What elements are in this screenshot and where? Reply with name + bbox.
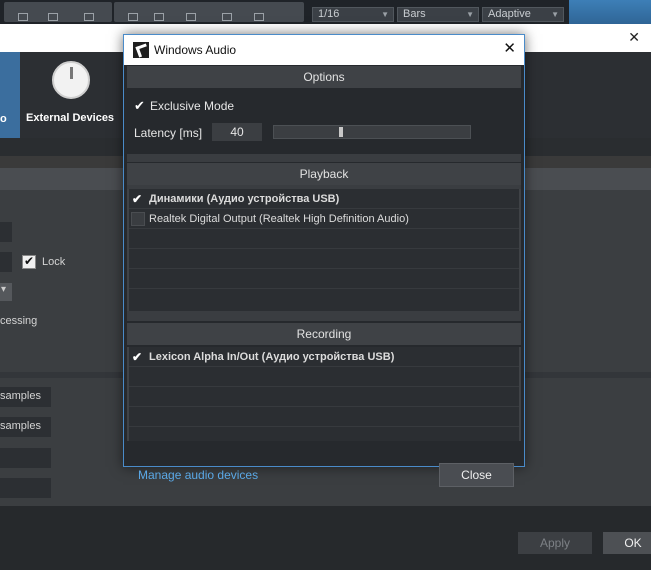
exclusive-mode-label: Exclusive Mode [150,99,235,113]
lock-checkbox[interactable] [22,254,36,269]
quantize-select[interactable]: 1/16 ▼ [312,7,394,22]
settings-field[interactable] [0,478,51,498]
playback-header: Playback [127,163,521,185]
buffer-size-field[interactable]: samples [0,387,51,407]
options-footer: Apply OK [0,506,651,570]
toolbar-accent-area [569,0,651,24]
windows-audio-dialog: Windows Audio ✕ Options ✔ Exclusive Mode … [123,34,525,487]
tool-icon[interactable] [128,13,138,21]
device-name: Динамики (Аудио устройства USB) [149,193,340,205]
chevron-down-icon: ▼ [466,10,474,19]
device-checkbox[interactable] [131,212,145,226]
samples-unit: samples [0,390,41,402]
slider-thumb[interactable] [339,127,343,137]
waveform-icon[interactable] [154,13,164,21]
snap-select[interactable]: Adaptive ▼ [482,7,564,22]
close-icon[interactable]: ✕ [503,39,516,57]
empty-row [129,249,519,269]
chevron-down-icon: ▼ [551,10,559,19]
latency-field[interactable]: samples [0,417,51,437]
dialog-title: Windows Audio [154,43,237,57]
device-name: Lexicon Alpha In/Out (Аудио устройства U… [149,351,395,363]
category-external-devices[interactable]: External Devices [20,52,124,138]
device-checkbox[interactable] [131,189,145,209]
empty-row [129,387,519,407]
exclusive-mode-checkbox[interactable]: ✔ Exclusive Mode [134,98,234,114]
settings-dropdown[interactable] [0,283,12,301]
checkmark-icon: ✔ [134,98,145,113]
settings-field[interactable] [0,222,12,242]
settings-field[interactable] [0,252,12,272]
device-checkbox[interactable] [131,347,145,367]
empty-row [129,269,519,289]
chevron-down-icon: ▼ [381,10,389,19]
dialog-body: Options ✔ Exclusive Mode Latency [ms] 40 … [124,65,524,487]
tool-icon[interactable] [254,13,264,21]
quantize-value: 1/16 [318,8,340,20]
close-icon[interactable]: ✕ [628,29,640,46]
options-header: Options [127,66,521,88]
playback-device-list: Динамики (Аудио устройства USB) Realtek … [127,189,521,311]
tool-icon[interactable] [84,13,94,21]
timebase-value: Bars [403,8,426,20]
category-label: o [0,113,7,125]
lock-label: Lock [42,256,66,268]
playback-device-row[interactable]: Динамики (Аудио устройства USB) [129,189,519,209]
settings-field[interactable] [0,448,51,468]
transport-tools-group[interactable] [4,2,112,22]
dialog-titlebar[interactable]: Windows Audio ✕ [124,35,524,65]
timebase-select[interactable]: Bars ▼ [397,7,479,22]
manage-audio-devices-link[interactable]: Manage audio devices [138,468,258,482]
midi-connector-icon [52,61,90,99]
recording-device-row[interactable]: Lexicon Alpha In/Out (Аудио устройства U… [129,347,519,367]
playback-device-row[interactable]: Realtek Digital Output (Realtek High Def… [129,209,519,229]
device-name: Realtek Digital Output (Realtek High Def… [149,213,409,225]
tool-icon[interactable] [48,13,58,21]
app-toolbar: 1/16 ▼ Bars ▼ Adaptive ▼ [0,0,651,24]
category-label: External Devices [26,112,115,124]
section-gap [127,154,521,162]
category-selected[interactable]: o [0,52,20,138]
ok-button[interactable]: OK [603,532,651,554]
latency-slider[interactable] [273,125,471,139]
snap-value: Adaptive [488,8,531,20]
empty-row [129,229,519,249]
empty-row [129,367,519,387]
section-gap [127,311,521,321]
recording-header: Recording [127,323,521,345]
tool-icon[interactable] [186,13,196,21]
tool-icon[interactable] [18,13,28,21]
close-button[interactable]: Close [439,463,514,487]
samples-unit: samples [0,420,41,432]
tool-icon[interactable] [222,13,232,21]
latency-label: Latency [ms] [134,126,203,140]
app-logo-icon [133,42,149,58]
empty-row [129,407,519,427]
apply-button[interactable]: Apply [518,532,592,554]
edit-tools-group[interactable] [114,2,304,22]
latency-input[interactable]: 40 [212,123,262,141]
processing-label: cessing [0,315,38,327]
recording-device-list: Lexicon Alpha In/Out (Аудио устройства U… [127,347,521,441]
